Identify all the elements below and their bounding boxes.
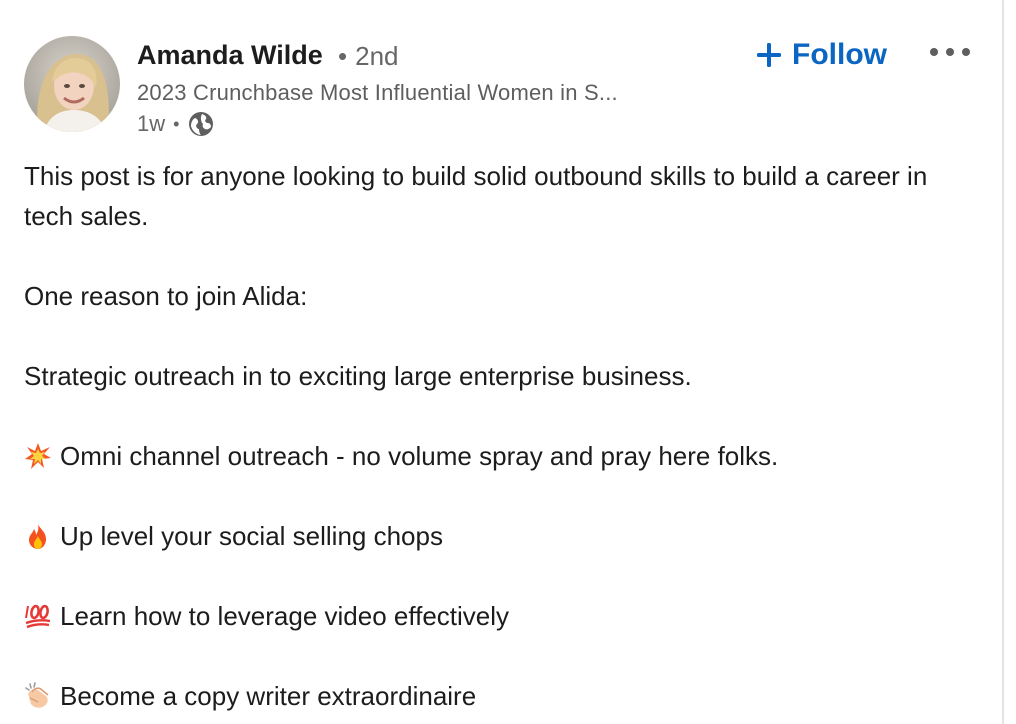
post-meta: 1w • [137,111,215,137]
fire-emoji-icon [24,522,52,550]
connection-degree-label: 2nd [355,41,399,71]
post-bullet-text: Learn how to leverage video effectively [60,601,510,631]
post-reason-heading: One reason to join Alida: [24,281,308,311]
clapping-hands-emoji-icon [24,682,52,710]
connection-degree: • 2nd [338,41,399,72]
post-bullet-text: Become a copy writer extraordinaire [60,681,477,711]
post-strategic-line: Strategic outreach in to exciting large … [24,361,692,391]
post-bullet-text: Omni channel outreach - no volume spray … [60,441,779,471]
post-intro: This post is for anyone looking to build… [24,161,928,231]
post-bullet: Become a copy writer extraordinaire [24,676,974,716]
follow-button[interactable]: Follow [756,33,887,77]
hundred-points-emoji-icon [24,602,52,630]
meta-separator: • [173,113,180,134]
post-bullet-text: Up level your social selling chops [60,521,443,551]
degree-separator: • [338,41,348,71]
globe-icon [189,112,214,136]
avatar-photo [24,36,120,132]
post-bullet: Up level your social selling chops [24,516,974,556]
follow-label: Follow [792,38,887,71]
more-options-icon [930,48,970,56]
more-options-button[interactable] [926,38,974,66]
author-name[interactable]: Amanda Wilde [137,40,323,71]
post-bullet: Learn how to leverage video effectively [24,596,974,636]
post-bullet: Omni channel outreach - no volume spray … [24,436,974,476]
author-avatar[interactable] [24,36,120,132]
post-time[interactable]: 1w [137,111,165,137]
plus-icon [757,43,781,67]
author-headline: 2023 Crunchbase Most Influential Women i… [137,80,618,105]
collision-emoji-icon [24,442,52,470]
post-body: This post is for anyone looking to build… [24,156,974,716]
